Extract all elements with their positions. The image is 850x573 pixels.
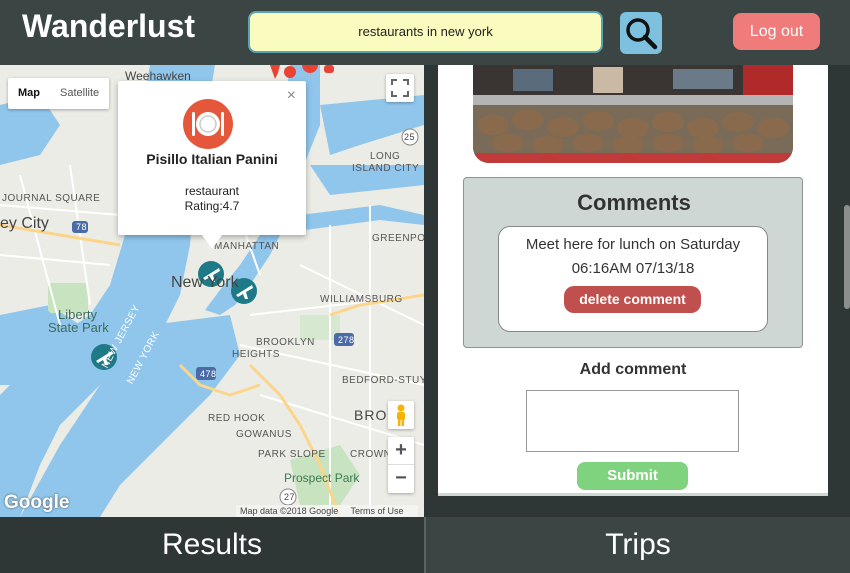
map-label-hwy-25: 25	[404, 132, 416, 142]
map-label-prospect-park: Prospect Park	[284, 471, 360, 485]
comments-section: Comments Meet here for lunch on Saturday…	[463, 177, 803, 348]
place-photo	[473, 65, 793, 163]
map-type-control: Map Satellite	[8, 78, 110, 109]
search-button[interactable]	[620, 12, 662, 54]
add-comment-label: Add comment	[579, 361, 687, 378]
map-label-heights: HEIGHTS	[232, 349, 280, 360]
app-header: Wanderlust restaurants in new york Log o…	[0, 0, 850, 65]
map-label-journal-square: JOURNAL SQUARE	[2, 193, 101, 204]
map-label-red-hook: RED HOOK	[208, 413, 266, 424]
add-comment-textarea[interactable]	[526, 390, 739, 452]
submit-button[interactable]: Submit	[577, 462, 688, 490]
search-input[interactable]: restaurants in new york	[248, 11, 603, 53]
app-brand[interactable]: Wanderlust	[22, 8, 195, 45]
map-attribution: Map data ©2018 Google Terms of Use	[236, 505, 418, 517]
map-label-brooklyn: BRO	[354, 407, 388, 423]
map-label-hwy-478: 478	[200, 369, 217, 379]
comments-title: Comments	[577, 190, 691, 215]
map-label-bedford: BEDFORD-STUYV	[342, 375, 424, 386]
map-label-hwy-27: 27	[284, 492, 296, 502]
place-name: Pisillo Italian Panini	[146, 151, 278, 167]
terms-of-use-link[interactable]: Terms of Use	[351, 506, 404, 516]
map-label-crown: CROWN	[350, 449, 392, 460]
trip-detail-panel: Comments Meet here for lunch on Saturday…	[424, 65, 850, 517]
map-view[interactable]: Weehawken JOURNAL SQUARE ey City 78 25 L…	[0, 65, 424, 517]
close-icon[interactable]: ×	[287, 87, 296, 105]
card-bottom-border	[438, 493, 828, 496]
place-type: restaurant	[184, 184, 240, 198]
restaurant-plate-icon	[183, 99, 233, 149]
map-label-greenpoint: GREENPOINT	[372, 233, 424, 244]
info-window-tail	[202, 235, 222, 249]
map-label-island-city: ISLAND CITY	[352, 163, 420, 174]
zoom-out-button[interactable]: −	[388, 465, 414, 493]
fullscreen-button[interactable]	[386, 74, 414, 102]
map-label-williamsburg: WILLIAMSBURG	[320, 294, 403, 305]
map-type-map-button[interactable]: Map	[8, 78, 50, 109]
google-logo: Google	[4, 492, 70, 513]
map-label-hwy-278: 278	[338, 335, 355, 345]
map-label-long: LONG	[370, 151, 401, 162]
scrollbar[interactable]	[828, 65, 850, 517]
fullscreen-icon	[391, 79, 409, 97]
map-label-state-park: State Park	[48, 320, 109, 335]
map-label-gowanus: GOWANUS	[236, 429, 292, 440]
map-type-satellite-button[interactable]: Satellite	[50, 78, 109, 109]
delete-comment-button[interactable]: delete comment	[564, 286, 701, 313]
pegman-icon	[397, 404, 405, 426]
map-label-manhattan: MANHATTAN	[214, 241, 280, 252]
map-label-brooklyn-heights: BROOKLYN	[256, 337, 315, 348]
map-label-jersey-city: ey City	[0, 215, 49, 232]
scrollbar-thumb[interactable]	[844, 205, 850, 309]
logout-button[interactable]: Log out	[733, 13, 820, 50]
place-rating: Rating:4.7	[184, 199, 240, 213]
map-data-credit: Map data ©2018 Google	[240, 506, 339, 516]
tab-results[interactable]: Results	[0, 517, 424, 573]
zoom-control: + −	[388, 437, 414, 493]
comment-text: Meet here for lunch on Saturday	[525, 236, 741, 253]
zoom-in-button[interactable]: +	[388, 437, 414, 465]
tab-trips[interactable]: Trips	[426, 517, 850, 573]
place-info-window: × Pisillo Italian Panini restaurant Rati…	[118, 81, 306, 249]
trip-card: Comments Meet here for lunch on Saturday…	[438, 65, 828, 496]
street-view-pegman[interactable]	[388, 401, 414, 429]
map-label-hwy-78: 78	[76, 222, 88, 232]
comment-item: Meet here for lunch on Saturday 06:16AM …	[498, 226, 768, 332]
comment-timestamp: 06:16AM 07/13/18	[571, 260, 695, 277]
magnifier-icon	[626, 18, 658, 50]
map-label-park-slope: PARK SLOPE	[258, 449, 326, 460]
map-label-new-york: New York	[171, 274, 239, 291]
